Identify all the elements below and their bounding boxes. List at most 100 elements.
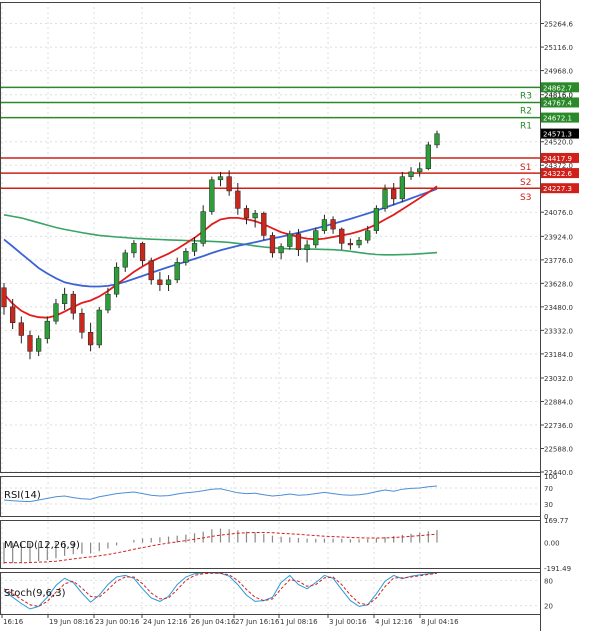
x-tick-label: 16:16 [3,618,24,626]
candle-body [165,279,172,285]
x-tick-label: 8 Jul 04:16 [421,618,459,626]
candle-body [157,279,163,285]
price-tick-label: 23628.0 [544,280,573,288]
price-tick-label: 23924.0 [544,233,573,241]
candle-body [53,303,59,322]
price-tick-label: 23184.0 [544,351,573,359]
candle-body [287,233,293,247]
macd-tick-label: -191.49 [544,565,571,573]
level-price-label: 24322.6 [543,170,572,178]
candle-body [269,235,276,254]
candle-body [356,239,362,246]
stoch-tick-label: 80 [544,577,553,585]
candle-body [1,287,7,308]
level-name-s1: S1 [520,163,531,173]
candle-body [304,244,310,250]
candle-body [365,230,371,241]
candle-body [139,243,146,262]
x-tick-label: 4 Jul 12:16 [375,618,413,626]
rsi-title: RSI(14) [4,490,41,501]
price-tick-label: 24968.0 [544,68,573,76]
rsi-tick-label: 30 [544,501,553,509]
candle-body [200,211,206,244]
rsi-tick-label: 100 [544,473,557,481]
level-price-label: 24672.1 [543,115,572,123]
candle-body [347,243,354,246]
candle-body [87,332,94,346]
macd-tick-label: 0.00 [544,540,560,548]
price-tick-label: 22736.0 [544,422,573,430]
candle-body [191,243,198,252]
candle-body [425,144,431,169]
price-tick-label: 25264.6 [544,20,573,28]
candle-body [252,212,258,219]
candle-body [313,230,319,246]
price-tick-label: 23332.0 [544,327,573,335]
candle-body [278,246,284,254]
candle-body [217,176,224,181]
candle-body [174,262,180,281]
x-tick-label: 26 Jun 04:16 [191,618,236,626]
x-tick-label: 1 Jul 08:16 [280,618,318,626]
candle-body [391,189,397,200]
current-price-label: 24571.3 [543,131,572,139]
price-tick-label: 22588.0 [544,446,573,454]
candle-body [417,168,423,173]
candle-body [243,208,250,219]
x-tick-label: 24 Jun 12:16 [143,618,188,626]
stoch-title: Stoch(9,6,3) [4,588,66,599]
candle-body [382,189,388,209]
candle-body [183,251,189,263]
candle-body [339,228,345,244]
level-name-r3: R3 [520,91,532,101]
rsi-tick-label: 70 [544,485,553,493]
candle-body [408,171,414,177]
level-name-s2: S2 [520,178,531,188]
level-name-s3: S3 [520,193,531,203]
price-tick-label: 24076.0 [544,209,573,217]
candle-body [399,176,405,200]
candle-body [321,219,328,231]
level-price-label: 24417.9 [543,155,572,163]
price-tick-label: 22884.0 [544,399,573,407]
candle-body [18,322,24,336]
candle-body [70,293,76,314]
x-tick-label: 3 Jul 00:16 [329,618,367,626]
price-tick-label: 23776.0 [544,257,573,265]
candle-body [122,252,128,268]
x-tick-label: 23 Jun 00:16 [95,618,140,626]
price-tick-label: 25116.0 [544,44,573,52]
level-price-label: 24767.4 [543,99,572,107]
level-name-r1: R1 [520,122,532,132]
candle-body [27,335,33,352]
candle-body [36,338,42,352]
stoch-tick-label: 20 [544,603,553,611]
price-tick-label: 23032.0 [544,375,573,383]
candle-body [226,176,232,192]
candle-body [373,208,380,231]
candle-body [209,179,215,212]
candle-body [261,212,267,236]
candle-body [79,312,85,333]
price-tick-label: 24520.0 [544,139,573,147]
level-name-r2: R2 [520,106,532,116]
macd-title: MACD(12,26,9) [4,540,80,551]
price-tick-label: 23480.0 [544,304,573,312]
level-price-label: 24227.3 [543,185,572,193]
candle-body [96,309,102,346]
candle-body [295,233,302,250]
x-tick-label: 27 Jun 16:16 [235,618,280,626]
candle-body [61,293,68,304]
forex-chart: 16:16 19 Jun 08:16 23 Jun 00:16 24 Jun 12:1… [0,0,600,631]
candle-body [44,320,50,339]
candle-body [113,266,120,295]
candle-body [131,243,137,254]
candle-body [434,133,440,146]
candle-body [105,293,111,311]
macd-tick-label: 169.77 [544,517,569,525]
candle-body [10,306,16,323]
x-tick-label: 19 Jun 08:16 [49,618,94,626]
candle-body [235,190,241,209]
candle-body [330,219,336,230]
candle-body [148,260,154,281]
